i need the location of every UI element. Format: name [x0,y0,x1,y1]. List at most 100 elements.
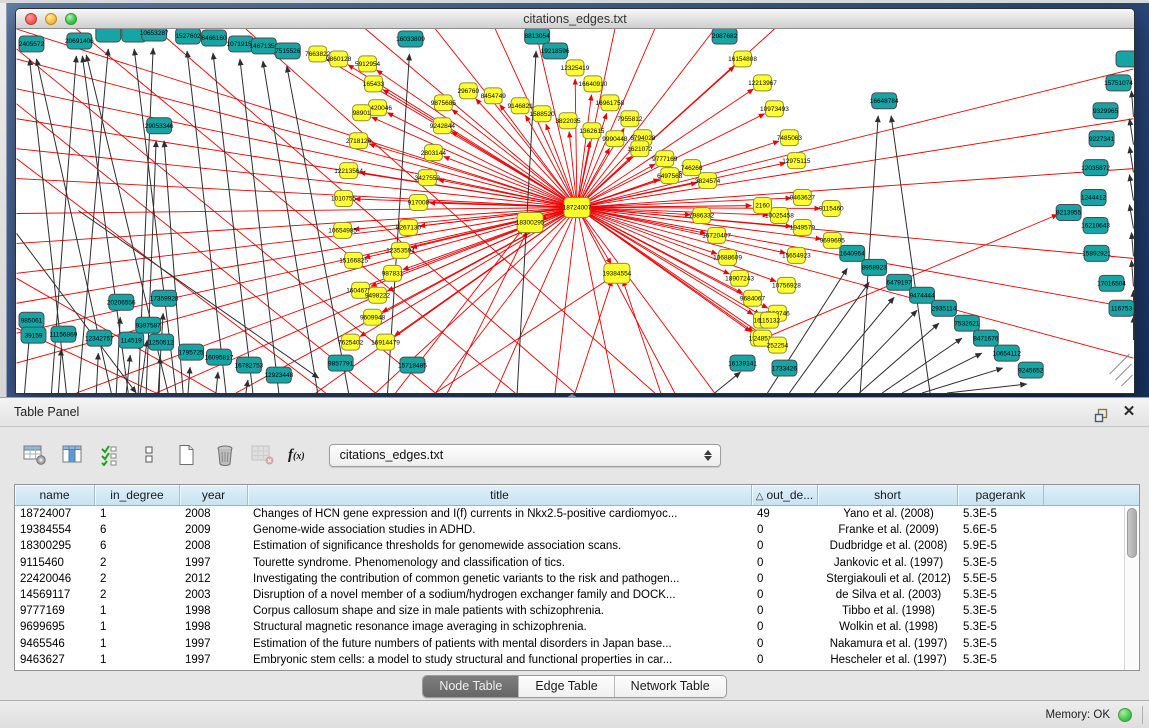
table-vertical-scrollbar[interactable] [1124,506,1139,670]
table-cell[interactable]: 0 [752,587,818,603]
graph-node[interactable]: 1795725 [178,344,204,360]
table-cell[interactable]: Stergiakouli et al. (2012) [818,571,958,587]
network-window-titlebar[interactable]: citations_edges.txt [16,9,1134,29]
graph-node[interactable]: 1527602 [175,29,201,44]
table-cell[interactable]: 1 [95,652,180,668]
citation-edge-red[interactable] [577,208,715,393]
table-cell[interactable]: 18300295 [15,538,95,554]
tab-node-table[interactable]: Node Table [423,676,519,697]
graph-node[interactable]: 16782753 [235,357,264,373]
graph-node[interactable]: 2087682 [712,29,738,44]
table-cell[interactable]: 0 [752,522,818,538]
new-table-icon[interactable] [174,443,200,467]
table-cell[interactable]: 1998 [180,619,248,635]
graph-node[interactable]: 746266 [681,160,703,176]
graph-node[interactable]: 3824574 [695,173,721,189]
graph-node[interactable]: 9860128 [326,51,352,67]
graph-node[interactable]: 1640954 [840,245,866,261]
graph-node[interactable]: 12923448 [264,367,293,383]
citation-edge-black[interactable] [947,384,1027,393]
table-cell[interactable]: 5.3E-5 [958,619,1044,635]
citation-edge-black[interactable] [1131,91,1133,117]
table-cell[interactable]: 2 [95,571,180,587]
citation-edge-red[interactable] [555,208,577,393]
table-cell[interactable]: 0 [752,571,818,587]
graph-node[interactable]: 9609948 [360,309,386,325]
graph-node[interactable]: 8958923 [862,259,888,275]
table-cell[interactable]: Yano et al. (2008) [818,506,958,522]
citation-edge-black[interactable] [116,317,120,393]
table-cell[interactable]: Wolkin et al. (1998) [818,619,958,635]
network-canvas[interactable]: 2405572206914061065328715276026466160107… [16,29,1134,393]
graph-node[interactable]: 15718485 [398,357,427,373]
table-row[interactable]: 946362711997Embryonic stem cells: a mode… [15,652,1139,668]
graph-node[interactable]: 10756928 [772,277,801,293]
float-panel-icon[interactable] [1094,405,1109,420]
table-cell[interactable]: 5.9E-5 [958,538,1044,554]
graph-node[interactable]: 1250512 [149,334,175,350]
citation-edge-black[interactable] [922,368,1003,393]
graph-node[interactable]: 6497568 [657,168,683,184]
graph-node[interactable]: 9857791 [328,355,354,371]
graph-node[interactable]: 9777169 [652,151,678,167]
graph-node[interactable]: 115132 [759,312,781,328]
table-cell[interactable]: 9699695 [15,619,95,635]
graph-node[interactable]: 7625402 [338,334,364,350]
table-cell[interactable]: 5.3E-5 [958,652,1044,668]
graph-node[interactable]: 987831 [382,265,404,281]
column-header-short[interactable]: short [818,485,958,505]
graph-node[interactable]: 11156869 [49,326,77,342]
graph-node[interactable]: 1949579 [790,219,816,235]
table-cell[interactable]: 1 [95,506,180,522]
table-cell[interactable]: 1 [95,636,180,652]
graph-node[interactable]: 29053346 [145,118,174,134]
table-cell[interactable]: 5.3E-5 [958,587,1044,603]
network-view[interactable]: 2405572206914061065328715276026466160107… [16,29,1134,393]
graph-node[interactable]: 16095817 [205,349,234,365]
graph-node[interactable]: 2405572 [19,36,45,52]
graph-node[interactable]: 20691406 [65,33,94,49]
delete-entries-trash-icon[interactable] [212,443,238,467]
table-cell[interactable]: Dudbridge et al. (2008) [818,538,958,554]
citation-edge-red[interactable] [577,208,615,393]
graph-node[interactable]: 9227341 [1089,131,1115,147]
delete-table-icon[interactable] [250,443,276,467]
table-cell[interactable]: 6 [95,522,180,538]
graph-node[interactable]: 7515526 [275,43,301,59]
citation-edge-red[interactable] [577,29,715,208]
graph-node[interactable]: 16640910 [579,76,608,92]
graph-node[interactable]: 2935114 [932,300,957,316]
column-header-pagerank[interactable]: pagerank [958,485,1044,505]
table-cell[interactable]: 2009 [180,522,248,538]
column-header-out_de[interactable]: △out_de... [752,485,818,505]
table-cell[interactable]: 1997 [180,652,248,668]
table-row[interactable]: 1456911722003Disruption of a novel membe… [15,587,1139,603]
table-select-combobox[interactable]: citations_edges.txt [329,444,721,467]
graph-node[interactable]: 8471676 [973,330,999,346]
graph-node[interactable] [1116,51,1134,67]
table-cell[interactable]: Estimation of the future numbers of pati… [248,636,752,652]
table-cell[interactable]: 1998 [180,603,248,619]
table-cell[interactable]: 2003 [180,587,248,603]
graph-node[interactable]: 16139141 [728,355,757,371]
graph-node[interactable]: 917008 [408,195,430,211]
graph-node[interactable]: 2718126 [346,133,372,149]
table-cell[interactable]: Investigating the contribution of common… [248,571,752,587]
graph-node[interactable]: 1362615 [579,123,605,139]
citation-edge-black[interactable] [58,349,61,393]
graph-node[interactable]: 9463627 [790,190,816,206]
network-window[interactable]: citations_edges.txt 24055722069140610653… [15,8,1135,394]
graph-node[interactable]: 19218596 [541,43,570,59]
citation-edge-red[interactable] [394,208,577,336]
table-cell[interactable]: 9777169 [15,603,95,619]
graph-node[interactable]: 9875685 [431,95,457,111]
citation-edge-black[interactable] [1131,232,1133,256]
citation-edge-red[interactable] [411,208,577,248]
hub-graph-node[interactable]: 18300295 [516,212,545,232]
graph-node[interactable]: 9329965 [1093,103,1119,119]
citation-edge-black[interactable] [891,116,930,393]
graph-node[interactable]: 6466160 [201,30,227,46]
table-cell[interactable]: 6 [95,538,180,554]
graph-node[interactable]: 1621072 [627,141,653,157]
table-cell[interactable]: 5.3E-5 [958,636,1044,652]
